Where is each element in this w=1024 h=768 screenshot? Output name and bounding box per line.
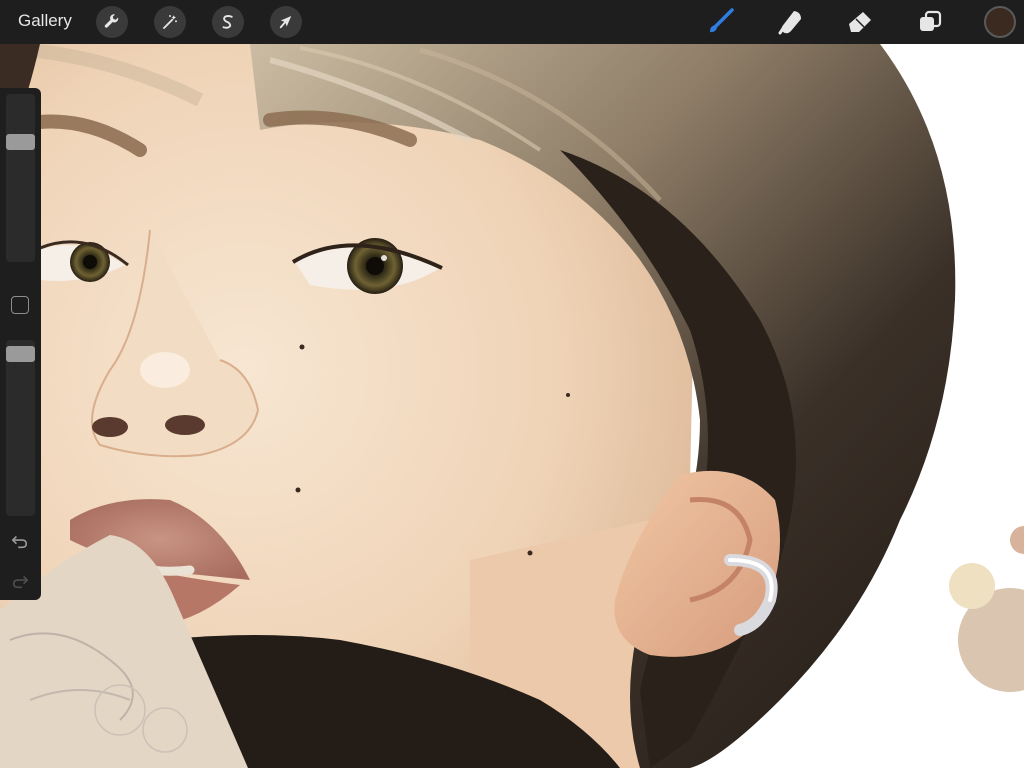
drawing-canvas[interactable]: [0, 0, 1024, 768]
selection-s-icon: [222, 15, 233, 29]
smudge-finger-icon: [778, 11, 801, 35]
top-toolbar: Gallery: [0, 0, 1024, 44]
wrench-icon: [104, 14, 119, 28]
left-sidebar: [0, 88, 41, 600]
selection-button[interactable]: [212, 6, 244, 38]
magic-wand-icon: [163, 15, 177, 29]
transform-button[interactable]: [270, 6, 302, 38]
eraser-icon: [849, 12, 871, 32]
brush-size-handle[interactable]: [6, 133, 35, 150]
actions-button[interactable]: [96, 6, 128, 38]
adjustments-button[interactable]: [154, 6, 186, 38]
arrow-cursor-icon: [279, 16, 292, 29]
layers-icon: [920, 10, 942, 31]
eraser-tool[interactable]: [843, 5, 877, 39]
color-picker-button[interactable]: [984, 6, 1016, 38]
layers-button[interactable]: [913, 5, 947, 39]
opacity-slider[interactable]: [6, 340, 35, 516]
undo-button[interactable]: [9, 530, 31, 552]
undo-icon: [11, 535, 28, 549]
smudge-tool[interactable]: [773, 5, 807, 39]
modify-square-icon[interactable]: [11, 296, 29, 314]
gallery-button[interactable]: Gallery: [18, 11, 72, 31]
redo-icon: [12, 575, 29, 589]
brush-tool[interactable]: [703, 5, 737, 39]
brush-size-slider[interactable]: [6, 94, 35, 262]
brush-icon: [710, 8, 734, 33]
opacity-handle[interactable]: [6, 346, 35, 363]
redo-button[interactable]: [9, 570, 31, 592]
